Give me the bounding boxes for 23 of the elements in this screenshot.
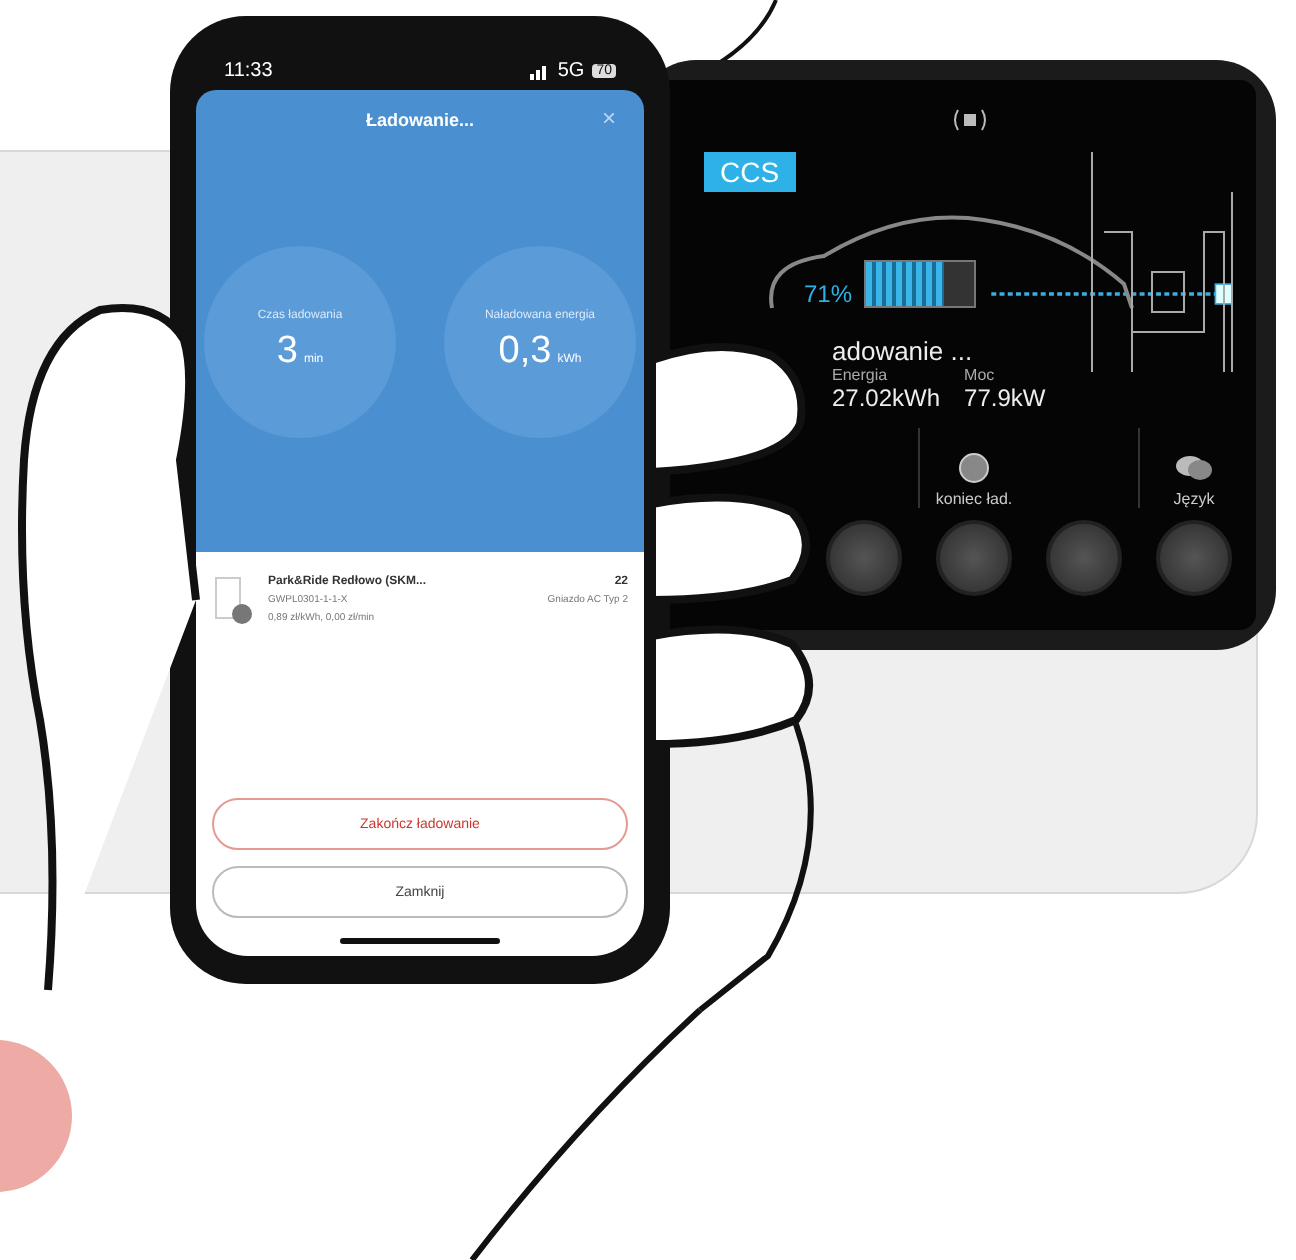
reading-value: 77.9kW	[964, 384, 1046, 412]
network-label: 5G	[557, 60, 585, 82]
speech-bubbles-icon	[1174, 452, 1214, 484]
wireless-icon	[950, 108, 990, 132]
round-button[interactable]	[1155, 520, 1231, 596]
action-label: Język	[1173, 490, 1215, 508]
stat-value: 3	[276, 330, 298, 374]
action-label: koniec ład.	[935, 490, 1013, 508]
screen-title: Ładowanie...	[365, 110, 474, 130]
signal-icon	[529, 63, 550, 79]
battery-percent: 71%	[804, 280, 853, 308]
reading-label: Moc	[964, 366, 997, 384]
reading-value: 27.02kWh	[832, 384, 941, 412]
stop-icon	[958, 452, 990, 484]
status-text: adowanie ...	[832, 336, 975, 366]
round-button[interactable]	[1045, 520, 1121, 596]
round-button[interactable]	[935, 520, 1011, 596]
connector-label: CCS	[704, 152, 796, 192]
status-time: 11:33	[224, 60, 273, 82]
round-button[interactable]	[825, 520, 901, 596]
reading-label: Energia	[832, 366, 890, 384]
stat-value: 0,3	[498, 330, 552, 374]
charger-station-icon	[212, 576, 256, 628]
